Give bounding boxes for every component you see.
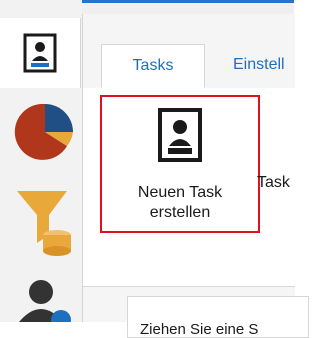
ribbon-tab-bar: Tasks Einstell bbox=[83, 44, 295, 89]
new-task-label-line1: Neuen Task bbox=[137, 184, 223, 201]
drop-zone-panel: Ziehen Sie eine S bbox=[127, 296, 309, 338]
pie-chart-icon bbox=[14, 104, 73, 160]
ribbon-panel: Neuen Task erstellen Task bbox=[83, 88, 295, 286]
left-nav-bar bbox=[0, 0, 82, 322]
tab-tasks[interactable]: Tasks bbox=[101, 44, 205, 88]
new-task-icon bbox=[156, 107, 204, 168]
nav-statistics-button[interactable] bbox=[0, 104, 80, 160]
nav-tasks-button[interactable] bbox=[0, 18, 81, 88]
task-side-label[interactable]: Task bbox=[257, 174, 290, 192]
main-content: Tasks Einstell Neuen Task erstellen Task… bbox=[82, 14, 309, 338]
nav-users-button[interactable] bbox=[0, 276, 80, 322]
nav-filter-button[interactable] bbox=[0, 186, 80, 258]
new-task-button[interactable]: Neuen Task erstellen bbox=[100, 95, 260, 233]
user-info-icon bbox=[19, 280, 71, 322]
new-task-label-line2: erstellen bbox=[149, 204, 211, 221]
filter-database-icon bbox=[17, 191, 71, 256]
top-accent-line bbox=[82, 0, 294, 3]
drop-hint-text: Ziehen Sie eine S bbox=[140, 321, 259, 338]
new-task-label: Neuen Task erstellen bbox=[102, 183, 258, 223]
panel-divider bbox=[83, 286, 295, 287]
person-card-icon bbox=[23, 33, 57, 73]
tab-einstellungen[interactable]: Einstell bbox=[233, 44, 285, 88]
